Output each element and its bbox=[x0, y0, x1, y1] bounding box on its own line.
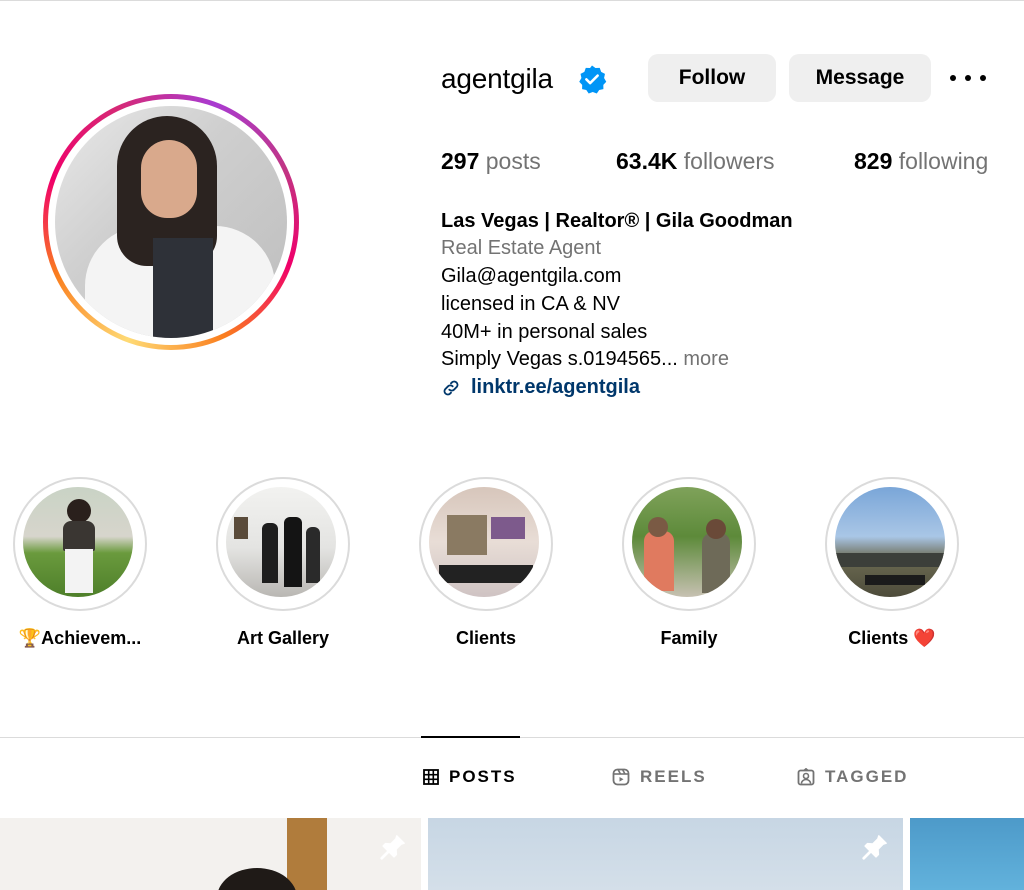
link-icon bbox=[443, 380, 459, 395]
bio-category: Real Estate Agent bbox=[441, 237, 602, 259]
profile-avatar[interactable] bbox=[43, 94, 299, 350]
post-tile[interactable] bbox=[0, 818, 421, 890]
tab-label: POSTS bbox=[449, 767, 517, 786]
following-count: 829 bbox=[854, 148, 893, 174]
followers-stat[interactable]: 63.4K followers bbox=[616, 148, 775, 175]
top-divider bbox=[0, 0, 1024, 1]
highlight-cover bbox=[429, 487, 539, 597]
grid-icon bbox=[423, 769, 439, 785]
message-button[interactable]: Message bbox=[789, 54, 931, 102]
following-stat[interactable]: 829 following bbox=[854, 148, 988, 175]
reels-icon bbox=[612, 768, 630, 786]
follow-button[interactable]: Follow bbox=[648, 54, 776, 102]
highlight-label: Art Gallery bbox=[236, 628, 330, 648]
active-tab-indicator bbox=[421, 736, 520, 738]
bio-truncated-text: Simply Vegas s.0194565... bbox=[441, 348, 678, 370]
following-label: following bbox=[898, 148, 989, 174]
highlight-cover bbox=[23, 487, 133, 597]
tagged-icon bbox=[797, 768, 815, 786]
highlight-cover bbox=[835, 487, 945, 597]
highlight-cover bbox=[226, 487, 336, 597]
more-options-icon[interactable] bbox=[950, 66, 986, 90]
highlight-label: Clients bbox=[455, 628, 516, 648]
highlight-label: Family bbox=[660, 628, 718, 648]
bio-line-email: Gila@agentgila.com bbox=[441, 265, 622, 287]
tab-label: TAGGED bbox=[825, 767, 909, 786]
bio-external-link[interactable]: linktr.ee/agentgila bbox=[441, 376, 640, 399]
bio-line-sales: 40M+ in personal sales bbox=[441, 321, 648, 343]
pinned-icon bbox=[862, 835, 887, 860]
pinned-icon bbox=[380, 835, 405, 860]
highlight-cover bbox=[632, 487, 742, 597]
highlight-label: 🏆Achievem... bbox=[18, 628, 142, 648]
avatar-photo bbox=[55, 106, 287, 338]
post-tile[interactable] bbox=[428, 818, 903, 890]
bio-full-name: Las Vegas | Realtor® | Gila Goodman bbox=[441, 210, 793, 232]
post-tile[interactable] bbox=[910, 818, 1024, 890]
highlight-label: Clients ❤️ bbox=[848, 628, 936, 648]
bio-link-text: linktr.ee/agentgila bbox=[471, 376, 640, 398]
followers-label: followers bbox=[683, 148, 775, 174]
tab-posts[interactable]: POSTS bbox=[423, 767, 517, 787]
bio-line-license: licensed in CA & NV bbox=[441, 293, 620, 315]
verified-badge-icon bbox=[579, 65, 607, 94]
tab-tagged[interactable]: TAGGED bbox=[797, 767, 908, 787]
posts-count-stat: 297 posts bbox=[441, 148, 541, 175]
bio-line-truncated: Simply Vegas s.0194565... more bbox=[441, 348, 729, 371]
posts-label: posts bbox=[485, 148, 541, 174]
tab-label: REELS bbox=[640, 767, 707, 786]
posts-count: 297 bbox=[441, 148, 480, 174]
followers-count: 63.4K bbox=[616, 148, 678, 174]
bio-more-link[interactable]: more bbox=[683, 348, 729, 370]
tab-reels[interactable]: REELS bbox=[612, 767, 707, 787]
profile-username: agentgila bbox=[441, 63, 553, 94]
